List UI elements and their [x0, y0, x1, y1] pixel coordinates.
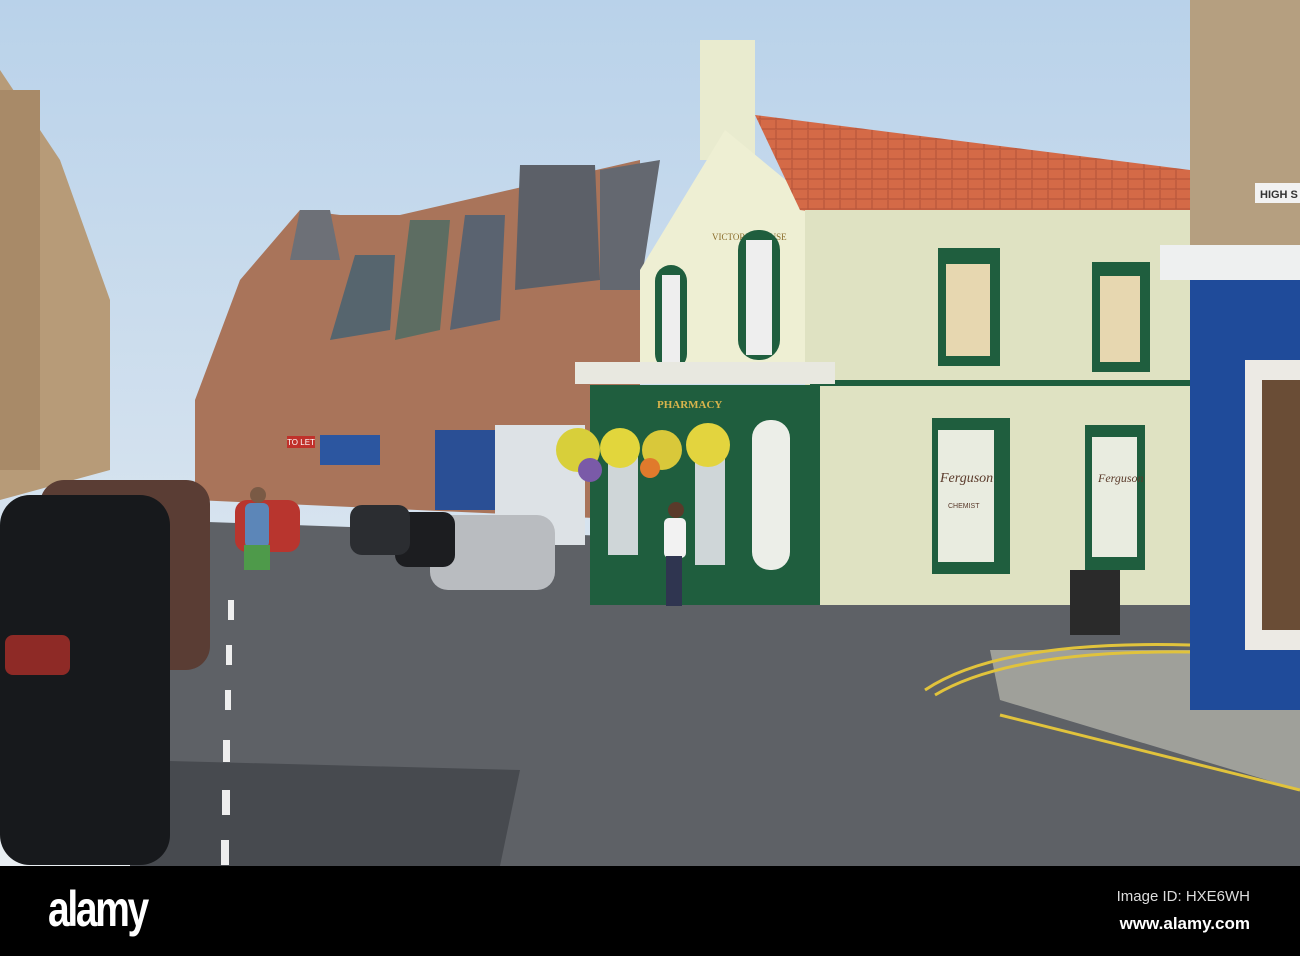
right-building — [1190, 0, 1300, 250]
ferguson-window-sign: Ferguson — [939, 471, 993, 486]
watermark-footer: alamy Image ID: HXE6WH www.alamy.com — [0, 866, 1300, 956]
to-let-sign: TO LET — [287, 438, 315, 447]
alamy-logo: alamy — [48, 881, 149, 937]
black-suv — [0, 495, 170, 865]
ferguson-window-sign-2: Ferguson — [1097, 471, 1144, 485]
chemist-window-sign: CHEMIST — [948, 503, 980, 510]
road-shadow — [130, 760, 520, 866]
a-board-sign — [1070, 570, 1120, 635]
pharmacy-sign: PHARMACY — [657, 399, 722, 411]
blue-shopfront — [320, 435, 380, 465]
alamy-url: www.alamy.com — [1119, 914, 1250, 933]
image-id: Image ID: HXE6WH — [1116, 888, 1250, 905]
street-name-sign: HIGH S — [1260, 189, 1298, 201]
stock-photo-frame: TO LET VICTORIA HOUSE PHARMACY Ferguson … — [0, 0, 1300, 956]
street-scene-photo: TO LET VICTORIA HOUSE PHARMACY Ferguson … — [0, 0, 1300, 866]
